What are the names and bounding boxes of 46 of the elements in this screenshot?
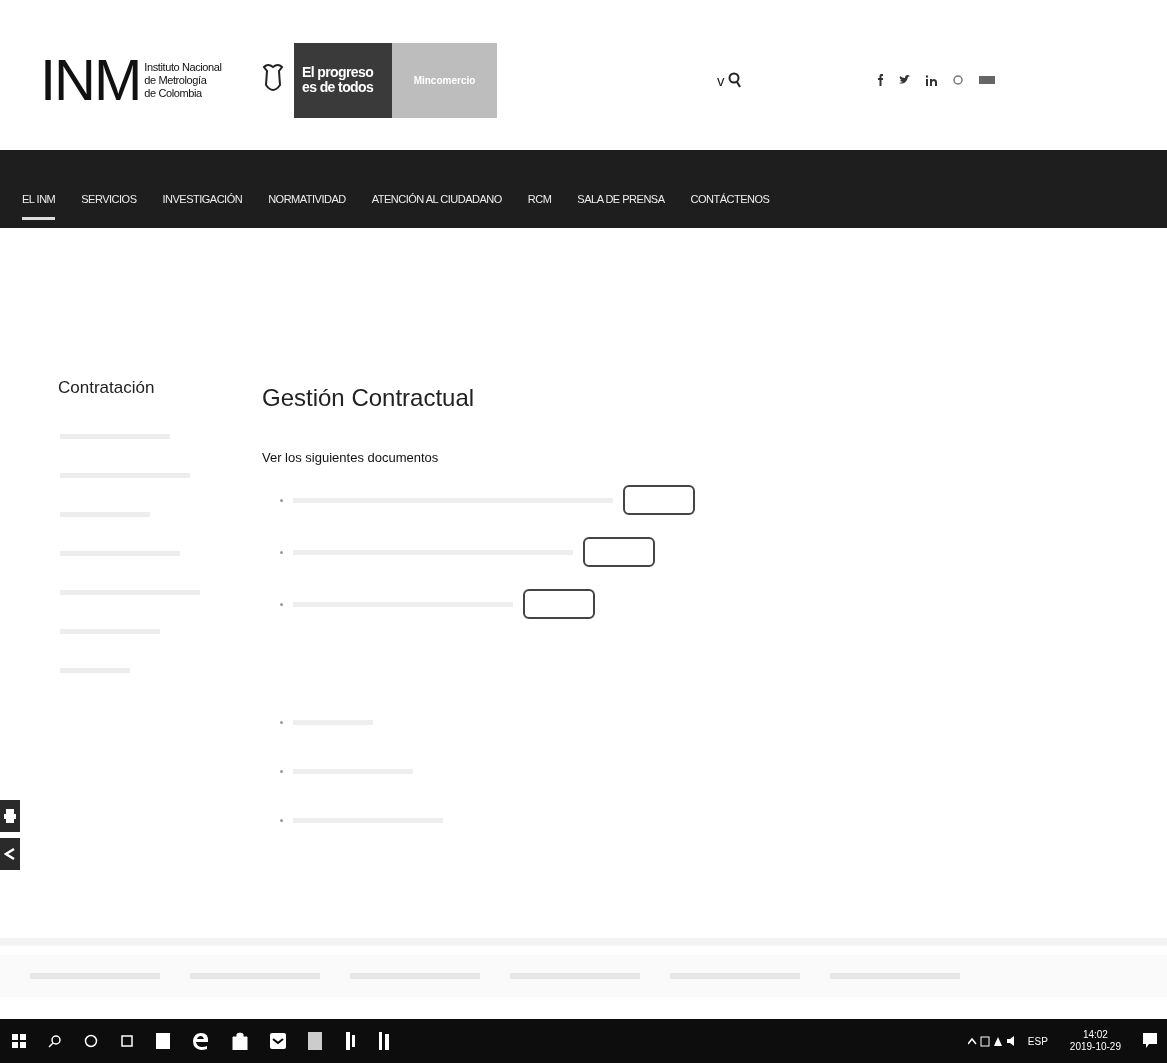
bullet-icon (280, 818, 283, 822)
nav-tab[interactable]: RCM (527, 182, 552, 220)
search-icon[interactable] (727, 72, 742, 88)
edge-icon[interactable] (192, 1032, 210, 1050)
bullet-icon (280, 550, 283, 554)
nav-tab[interactable]: CONTÁCTENOS (690, 182, 770, 220)
twitter-icon[interactable] (898, 75, 910, 85)
date-tag (583, 537, 655, 567)
printer-icon (4, 809, 16, 823)
clock-time: 14:02 (1082, 1029, 1108, 1041)
mail-icon[interactable] (270, 1033, 286, 1049)
logo-name: Instituto Nacional (144, 60, 222, 74)
sidebar-title: Contratación (58, 378, 156, 398)
nav-tab[interactable]: NORMATIVIDAD (268, 182, 346, 220)
windows-icon[interactable] (12, 1034, 26, 1048)
slogan-banner: El progreso es de todos (294, 42, 392, 118)
clock-date: 2019-10-29 (1069, 1041, 1121, 1053)
page-title: Gestión Contractual (262, 384, 476, 412)
date-tag (523, 589, 595, 619)
nav-tab[interactable]: ATENCIÓN AL CIUDADANO (371, 182, 502, 220)
date-tag (623, 485, 695, 515)
logo-acronym: INM (40, 51, 141, 109)
bullet-icon (280, 769, 283, 773)
notification-icon[interactable] (1143, 1033, 1157, 1049)
nav-tab[interactable]: EL INM (22, 182, 56, 220)
ministry-banner: Mincomercio (392, 42, 497, 118)
task-view-icon[interactable] (120, 1034, 134, 1048)
language-indicator[interactable]: ESP (1027, 1035, 1048, 1047)
language-toggle[interactable]: v (717, 71, 725, 89)
logo-name: de Colombia (144, 86, 203, 100)
nav-tab[interactable]: SALA DE PRENSA (577, 182, 665, 220)
linkedin-icon[interactable] (925, 74, 937, 86)
bullet-icon (280, 498, 283, 502)
search-icon[interactable] (48, 1034, 62, 1048)
intro-text: Ver los siguientes documentos (262, 450, 440, 465)
store-icon[interactable] (232, 1032, 248, 1050)
facebook-icon[interactable] (876, 74, 883, 86)
print-button[interactable] (0, 800, 20, 832)
share-icon (4, 847, 16, 861)
nav-tab[interactable]: INVESTIGACIÓN (162, 182, 243, 220)
circle-icon[interactable] (84, 1034, 98, 1048)
share-button[interactable] (0, 838, 20, 870)
logo-name: de Metrología (144, 73, 208, 87)
bullet-icon (280, 720, 283, 724)
nav-tab[interactable]: SERVICIOS (81, 182, 137, 220)
bullet-icon (280, 602, 283, 606)
